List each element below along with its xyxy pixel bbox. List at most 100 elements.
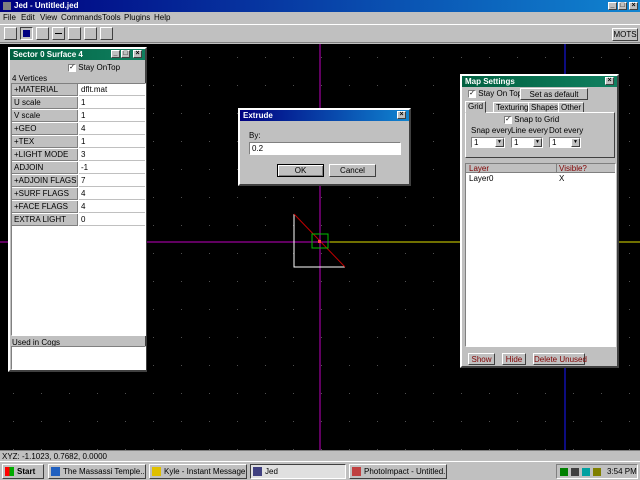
property-row[interactable]: +TEX 1 — [12, 136, 145, 149]
property-value[interactable]: 4 — [79, 201, 145, 213]
task-massassi[interactable]: The Massassi Temple... — [48, 464, 146, 479]
dot-every-select[interactable]: 1 ▼ — [549, 137, 581, 148]
property-value[interactable]: 0 — [79, 214, 145, 226]
snap-to-grid-checkbox[interactable]: ✓ — [504, 115, 512, 124]
property-row[interactable]: +MATERIAL dflt.mat — [12, 84, 145, 97]
tool-edge-icon[interactable] — [52, 27, 65, 40]
sector-close-button[interactable]: × — [133, 50, 142, 58]
delete-unused-button[interactable]: Delete Unused — [533, 353, 587, 365]
tool-vertex-icon[interactable] — [36, 27, 49, 40]
task-jed[interactable]: Jed — [250, 464, 346, 479]
task-photoimpact[interactable]: PhotoImpact - Untitled... — [349, 464, 447, 479]
mode-indicator: MOTS — [612, 28, 638, 41]
jed-icon — [253, 467, 262, 476]
property-row[interactable]: ADJOIN -1 — [12, 162, 145, 175]
property-row[interactable]: +GEO 4 — [12, 123, 145, 136]
property-row[interactable]: +LIGHT MODE 3 — [12, 149, 145, 162]
property-value[interactable]: 3 — [79, 149, 145, 161]
task-massassi-label: The Massassi Temple... — [63, 467, 146, 476]
sector-stay-on-top[interactable]: ✓ Stay OnTop — [68, 63, 120, 73]
start-button[interactable]: Start — [2, 464, 44, 479]
property-name: +TEX — [12, 136, 78, 148]
layers-list[interactable]: Layer Visible? Layer0 X — [465, 163, 616, 347]
tool-sector-icon[interactable] — [20, 27, 33, 40]
menu-plugins[interactable]: Plugins — [124, 13, 150, 23]
snap-to-grid[interactable]: ✓ Snap to Grid — [504, 115, 559, 125]
sector-panel-title-text: Sector 0 Surface 4 — [13, 50, 83, 59]
property-row[interactable]: EXTRA LIGHT 0 — [12, 214, 145, 227]
property-row[interactable]: V scale 1 — [12, 110, 145, 123]
tab-grid[interactable]: Grid — [465, 101, 487, 113]
menu-tools[interactable]: Tools — [102, 13, 121, 23]
start-label: Start — [17, 467, 36, 476]
extrude-close-button[interactable]: × — [397, 111, 406, 119]
property-value[interactable]: 1 — [79, 97, 145, 109]
property-name: +ADJOIN FLAGS — [12, 175, 78, 187]
tray-icon-1[interactable] — [560, 468, 568, 476]
show-layer-button[interactable]: Show — [468, 353, 495, 365]
browser-icon — [51, 467, 60, 476]
maximize-button[interactable]: □ — [618, 2, 627, 10]
menu-view[interactable]: View — [40, 13, 57, 23]
tool-select-icon[interactable] — [4, 27, 17, 40]
snap-every-value: 1 — [474, 138, 479, 147]
property-name: EXTRA LIGHT — [12, 214, 78, 226]
layer-visible[interactable]: X — [559, 174, 564, 183]
used-in-cogs-list[interactable] — [11, 346, 146, 370]
window-title-bar: Jed - Untitled.jed — [0, 0, 640, 12]
property-value[interactable]: 4 — [79, 188, 145, 200]
property-row[interactable]: +ADJOIN FLAGS 7 — [12, 175, 145, 188]
hide-layer-button[interactable]: Hide — [502, 353, 526, 365]
line-every-select[interactable]: 1 ▼ — [511, 137, 543, 148]
property-row[interactable]: +FACE FLAGS 4 — [12, 201, 145, 214]
tray-icon-2[interactable] — [571, 468, 579, 476]
extrude-title: Extrude — [243, 111, 273, 120]
property-name: +FACE FLAGS — [12, 201, 78, 213]
menu-help[interactable]: Help — [154, 13, 170, 23]
tool-light-icon[interactable] — [100, 27, 113, 40]
property-value[interactable]: 7 — [79, 175, 145, 187]
property-value[interactable]: 1 — [79, 136, 145, 148]
map-settings-panel: Map Settings × ✓ Stay On Top Set as defa… — [460, 74, 619, 368]
property-name: ADJOIN — [12, 162, 78, 174]
set-as-default-button[interactable]: Set as default — [520, 88, 588, 100]
tool-surface-icon[interactable] — [68, 27, 81, 40]
dot-every-label: Dot every — [549, 126, 584, 135]
minimize-button[interactable]: _ — [608, 2, 617, 10]
menu-edit[interactable]: Edit — [21, 13, 35, 23]
close-button[interactable]: × — [629, 2, 638, 10]
tray-icon-4[interactable] — [593, 468, 601, 476]
map-stay-on-top-label: Stay On Top — [478, 89, 523, 98]
menu-commands[interactable]: Commands — [61, 13, 102, 23]
sector-stay-on-top-checkbox[interactable]: ✓ — [68, 63, 76, 72]
map-settings-title: Map Settings — [465, 77, 515, 86]
property-value[interactable]: 4 — [79, 123, 145, 135]
menu-file[interactable]: File — [3, 13, 16, 23]
tray-icon-3[interactable] — [582, 468, 590, 476]
map-stay-on-top[interactable]: ✓ Stay On Top — [468, 89, 522, 99]
sector-maximize-button[interactable]: □ — [121, 50, 130, 58]
task-jed-label: Jed — [265, 467, 278, 476]
layers-header: Layer Visible? — [466, 164, 615, 173]
property-value[interactable]: dflt.mat — [79, 84, 145, 96]
vertex-marker[interactable] — [318, 240, 321, 243]
map-settings-close-button[interactable]: × — [605, 77, 614, 85]
status-bar: XYZ: -1.1023, 0.7682, 0.0000 — [0, 450, 640, 461]
property-row[interactable]: U scale 1 — [12, 97, 145, 110]
layer-row[interactable]: Layer0 X — [466, 174, 615, 183]
snap-every-select[interactable]: 1 ▼ — [471, 137, 505, 148]
property-row[interactable]: +SURF FLAGS 4 — [12, 188, 145, 201]
tool-thing-icon[interactable] — [84, 27, 97, 40]
menu-bar: File Edit View Commands Tools Plugins He… — [0, 12, 640, 24]
extrude-cancel-button[interactable]: Cancel — [329, 164, 376, 177]
sector-minimize-button[interactable]: _ — [111, 50, 120, 58]
property-value[interactable]: -1 — [79, 162, 145, 174]
task-instant-message[interactable]: Kyle - Instant Message — [149, 464, 247, 479]
snap-to-grid-label: Snap to Grid — [514, 115, 560, 124]
visible-column-header[interactable]: Visible? — [556, 164, 587, 173]
extrude-by-input[interactable]: 0.2 — [249, 142, 401, 155]
extrude-ok-button[interactable]: OK — [277, 164, 324, 177]
layer-column-header[interactable]: Layer — [469, 164, 489, 173]
property-value[interactable]: 1 — [79, 110, 145, 122]
map-stay-on-top-checkbox[interactable]: ✓ — [468, 89, 476, 98]
